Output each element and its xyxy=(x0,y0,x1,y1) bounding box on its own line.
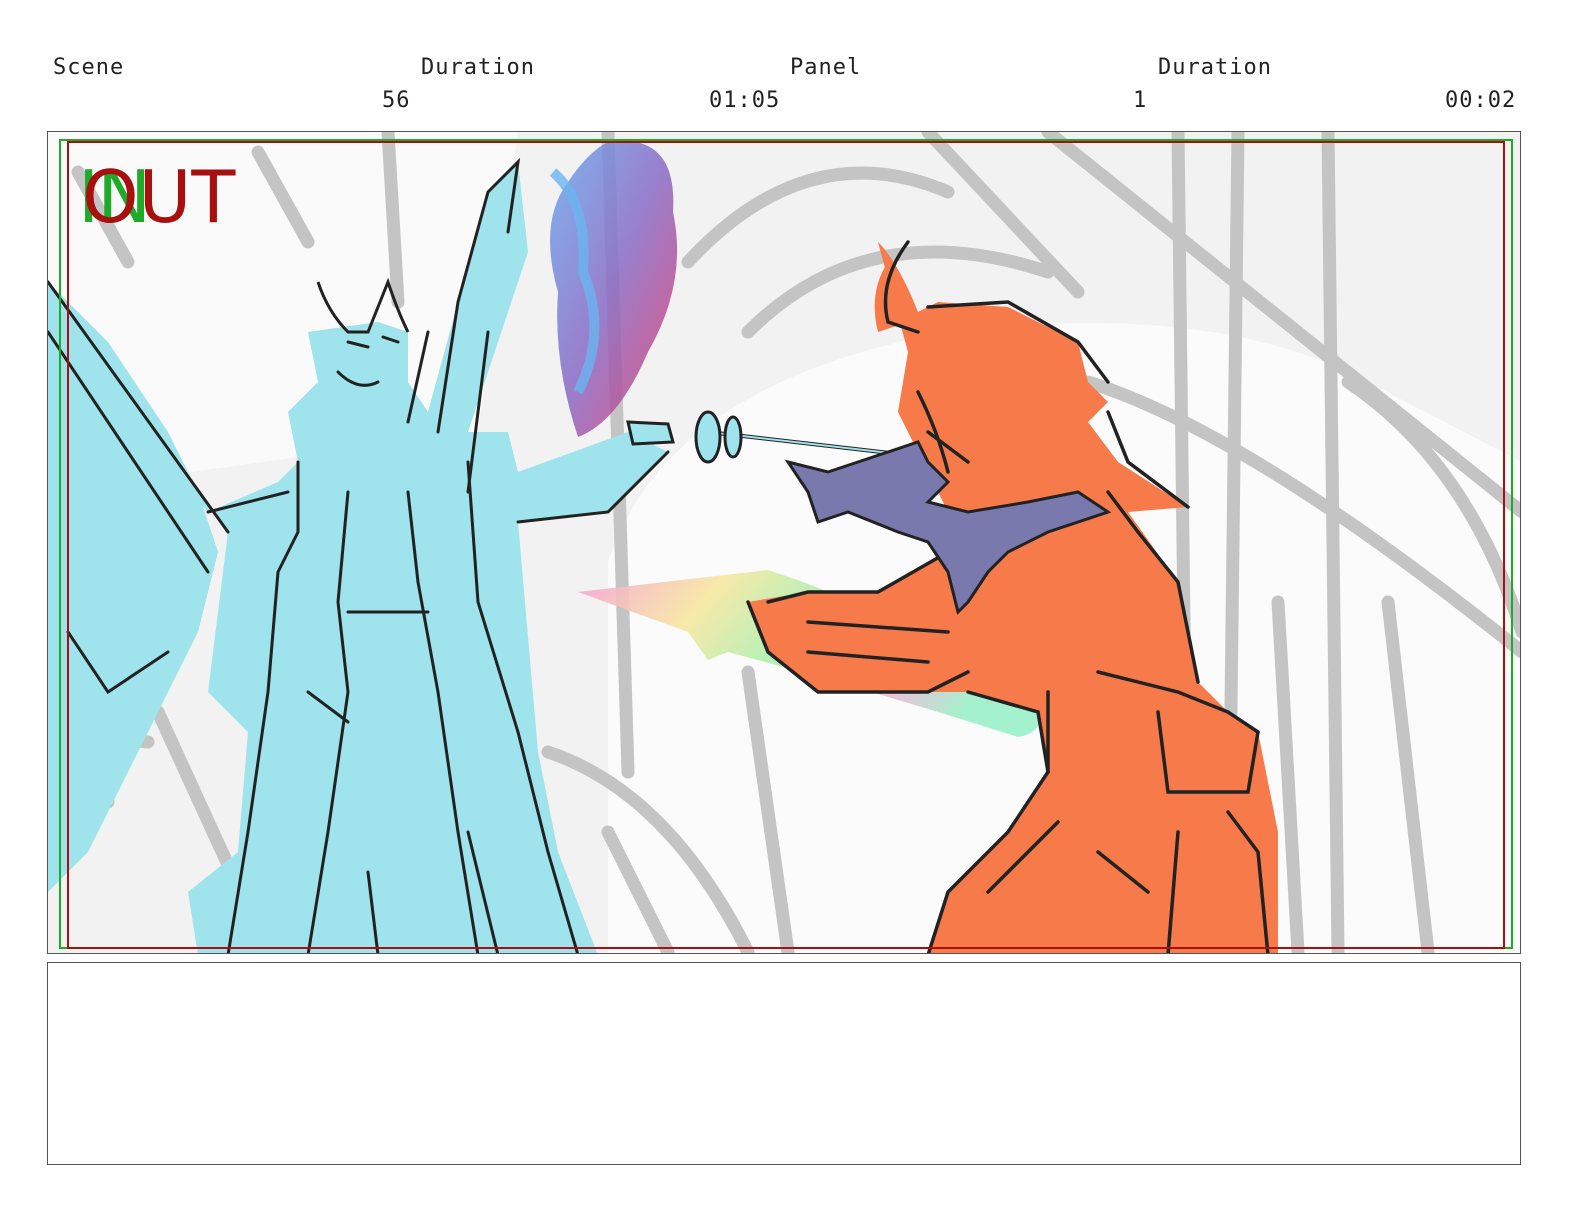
panel-number: 1 xyxy=(1133,88,1148,113)
in-out-marker: IN OUT xyxy=(78,155,258,239)
scene-label: Scene xyxy=(53,55,125,80)
panel-duration-label: Duration xyxy=(1158,55,1272,80)
scene-duration-value: 01:05 xyxy=(709,88,781,113)
panel-duration-value: 00:02 xyxy=(1445,88,1517,113)
scene-number: 56 xyxy=(382,88,411,113)
panel-drawing xyxy=(48,132,1520,953)
storyboard-panel-image: IN OUT xyxy=(47,131,1521,954)
scene-duration-label: Duration xyxy=(421,55,535,80)
notes-box[interactable] xyxy=(47,962,1521,1165)
panel-label: Panel xyxy=(790,55,862,80)
out-marker: OUT xyxy=(82,155,236,239)
